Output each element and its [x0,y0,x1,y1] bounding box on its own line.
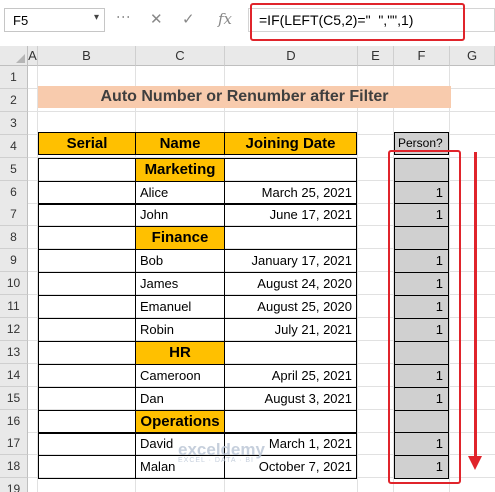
sheet-title: Auto Number or Renumber after Filter [38,86,451,108]
select-all-corner[interactable] [0,46,28,66]
header-name[interactable]: Name [135,132,225,155]
column-header-c[interactable]: C [136,46,225,66]
serial-cell[interactable] [38,180,136,205]
date-cell[interactable]: August 25, 2020 [224,295,357,319]
row-header-18[interactable]: 18 [0,455,28,479]
arrow-down-icon [468,456,482,470]
gridline-col [357,66,358,492]
serial-cell[interactable] [38,317,136,342]
department-cell[interactable]: Marketing [135,157,225,182]
date-cell[interactable]: March 25, 2021 [224,180,357,205]
serial-cell[interactable] [38,295,136,319]
serial-cell[interactable] [38,432,136,457]
name-box[interactable]: F5 ▾ [4,8,105,32]
serial-cell[interactable] [38,409,136,434]
column-header-e[interactable]: E [358,46,394,66]
row-header-11[interactable]: 11 [0,295,28,318]
serial-cell[interactable] [38,157,136,182]
chevron-down-icon[interactable]: ▾ [94,12,99,23]
more-options-icon[interactable]: ⋮ [116,10,132,23]
department-cell[interactable]: Finance [135,226,225,251]
row-header-12[interactable]: 12 [0,317,28,341]
serial-cell[interactable] [38,272,136,297]
date-cell[interactable]: August 3, 2021 [224,386,357,411]
serial-cell[interactable] [38,363,136,388]
serial-cell[interactable] [38,386,136,411]
name-box-value: F5 [13,13,29,28]
row-header-19[interactable]: 19 [0,478,28,492]
date-cell[interactable]: August 24, 2020 [224,272,357,297]
name-cell[interactable]: James [135,272,225,297]
cancel-icon[interactable]: ✕ [150,10,163,28]
name-cell[interactable]: John [135,203,225,228]
header-serial[interactable]: Serial [38,132,136,155]
serial-cell[interactable] [38,226,136,251]
row-header-14[interactable]: 14 [0,363,28,387]
date-cell[interactable]: July 21, 2021 [224,317,357,342]
serial-cell[interactable] [38,203,136,228]
row-header-4[interactable]: 4 [0,134,28,158]
formula-highlight-box [250,3,465,41]
down-arrow-line [474,152,477,462]
serial-cell[interactable] [38,249,136,274]
watermark-tagline: EXCEL · DATA · BI [178,457,254,464]
department-cell[interactable]: HR [135,340,225,365]
gridline-row [28,110,495,112]
department-cell[interactable]: Operations [135,409,225,434]
row-header-13[interactable]: 13 [0,340,28,364]
column-header-a[interactable]: A [28,46,38,66]
date-cell[interactable] [224,409,357,434]
row-header-7[interactable]: 7 [0,203,28,227]
column-header-d[interactable]: D [225,46,358,66]
name-cell[interactable]: Emanuel [135,295,225,319]
watermark-logo: exceldemy EXCEL · DATA · BI [178,440,265,464]
row-header-1[interactable]: 1 [0,66,28,89]
row-header-15[interactable]: 15 [0,386,28,410]
row-header-16[interactable]: 16 [0,409,28,433]
name-cell[interactable]: Dan [135,386,225,411]
date-cell[interactable]: June 17, 2021 [224,203,357,228]
row-header-3[interactable]: 3 [0,111,28,135]
row-header-17[interactable]: 17 [0,432,28,456]
row-header-10[interactable]: 10 [0,272,28,296]
row-header-2[interactable]: 2 [0,88,28,112]
date-cell[interactable] [224,226,357,251]
serial-cell[interactable] [38,340,136,365]
row-header-5[interactable]: 5 [0,157,28,181]
column-header-g[interactable]: G [450,46,495,66]
date-cell[interactable]: April 25, 2021 [224,363,357,388]
row-header-6[interactable]: 6 [0,180,28,204]
name-cell[interactable]: Alice [135,180,225,205]
helper-column-highlight-box [388,150,461,484]
column-header-b[interactable]: B [38,46,136,66]
enter-icon[interactable]: ✓ [182,10,195,28]
formula-bar: F5 ▾ ⋮ ✕ ✓ fx =IF(LEFT(C5,2)=" ","",1) [0,0,495,46]
serial-cell[interactable] [38,455,136,480]
date-cell[interactable] [224,340,357,365]
row-header-8[interactable]: 8 [0,226,28,250]
column-header-f[interactable]: F [394,46,450,66]
header-joining-date[interactable]: Joining Date [224,132,357,155]
date-cell[interactable]: January 17, 2021 [224,249,357,274]
insert-function-icon[interactable]: fx [218,10,232,28]
name-cell[interactable]: Robin [135,317,225,342]
name-cell[interactable]: Bob [135,249,225,274]
date-cell[interactable] [224,157,357,182]
row-header-9[interactable]: 9 [0,249,28,273]
name-cell[interactable]: Cameroon [135,363,225,388]
formula-buttons: ✕ ✓ fx [136,8,248,32]
